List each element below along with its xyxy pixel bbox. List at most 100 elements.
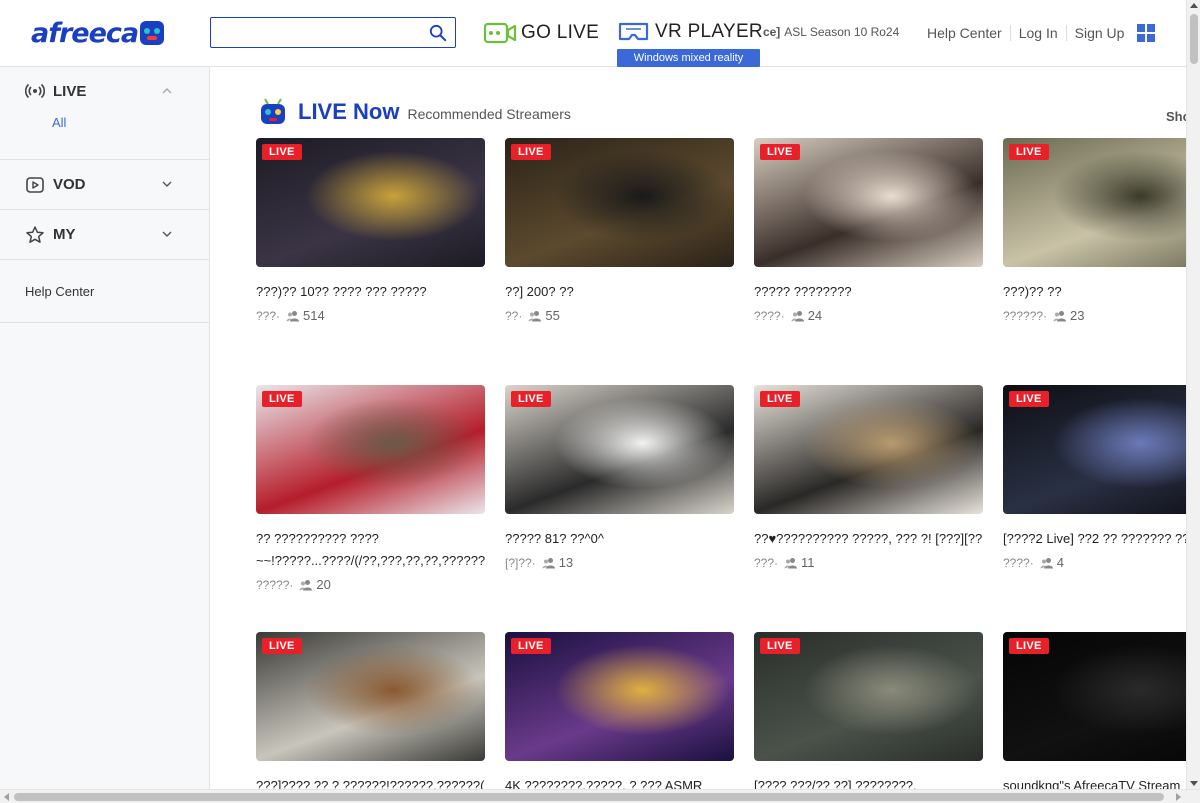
sidebar-live-section: LIVE All bbox=[0, 67, 209, 160]
stream-title[interactable]: ????? 81? ??^0^ bbox=[505, 528, 734, 550]
sidebar-item-vod[interactable]: VOD bbox=[0, 160, 209, 209]
streamer-name[interactable]: ??? bbox=[754, 556, 774, 570]
streamer-name[interactable]: ???? bbox=[1003, 556, 1030, 570]
stream-thumbnail[interactable]: LIVE bbox=[505, 385, 734, 514]
go-live-button[interactable]: GO LIVE bbox=[483, 20, 599, 46]
stream-title[interactable]: ???)?? 10?? ???? ??? ????? bbox=[256, 281, 485, 303]
section-title: LIVE Now bbox=[298, 99, 400, 124]
stream-thumbnail[interactable]: LIVE bbox=[256, 385, 485, 514]
scroll-thumb[interactable] bbox=[1190, 14, 1198, 64]
streamer-name[interactable]: ?????? bbox=[1003, 309, 1043, 323]
stream-thumbnail[interactable]: LIVE bbox=[1003, 632, 1186, 761]
stream-title[interactable]: ???)?? ?? bbox=[1003, 281, 1186, 303]
stream-card[interactable]: LIVE ???)?? ???????? · 23 bbox=[1003, 138, 1186, 323]
stream-card[interactable]: LIVE ?? ?????????? ????~~!?????...????/(/… bbox=[256, 385, 485, 592]
show-more-link[interactable]: Sho bbox=[1166, 109, 1186, 124]
viewers-icon bbox=[784, 557, 798, 568]
stream-card[interactable]: LIVE [???? ???/?? ??] ????????. bbox=[754, 632, 983, 789]
viewers-icon bbox=[528, 310, 542, 321]
streamer-name[interactable]: ????? bbox=[256, 578, 289, 592]
chevron-down-icon[interactable] bbox=[161, 178, 173, 190]
chevron-down-icon[interactable] bbox=[161, 228, 173, 240]
stream-title[interactable]: soundkng"s AfreecaTV Stream bbox=[1003, 775, 1186, 789]
stream-card[interactable]: LIVE ??] 200? ?? ?? · 55 bbox=[505, 138, 734, 323]
streamer-name[interactable]: ??? bbox=[256, 309, 276, 323]
stream-meta: [?]?? · 13 bbox=[505, 555, 734, 570]
streamer-name[interactable]: ???? bbox=[754, 309, 781, 323]
meta-separator: · bbox=[531, 555, 536, 570]
login-link[interactable]: Log In bbox=[1019, 25, 1058, 41]
signup-link[interactable]: Sign Up bbox=[1075, 25, 1125, 41]
stream-card[interactable]: LIVE ????? 81? ??^0^ [?]?? · 13 bbox=[505, 385, 734, 570]
stream-thumbnail[interactable]: LIVE bbox=[1003, 138, 1186, 267]
stream-title[interactable]: ?? ?????????? ????~~!?????...????/(/??,?… bbox=[256, 528, 485, 572]
stream-thumbnail[interactable]: LIVE bbox=[256, 632, 485, 761]
search-input[interactable] bbox=[215, 21, 420, 44]
live-badge: LIVE bbox=[760, 638, 800, 654]
broadcast-icon bbox=[25, 83, 45, 99]
scroll-up-icon[interactable] bbox=[1190, 3, 1198, 8]
scroll-left-icon[interactable] bbox=[4, 793, 9, 801]
meta-separator: · bbox=[276, 308, 281, 323]
headline-ticker[interactable]: ASL Season 10 Ro24 bbox=[784, 25, 899, 39]
stream-card[interactable]: LIVE ???)?? 10?? ???? ??? ???????? · 514 bbox=[256, 138, 485, 323]
viewers-icon bbox=[299, 579, 313, 590]
stream-title[interactable]: ??♥?????????? ?????, ??? ?! [???][?????]… bbox=[754, 528, 983, 550]
stream-card[interactable]: LIVE ????? ???????????? · 24 bbox=[754, 138, 983, 323]
scroll-thumb-horizontal[interactable] bbox=[14, 793, 1164, 801]
stream-title[interactable]: ??] 200? ?? bbox=[505, 281, 734, 303]
sidebar-my-label: MY bbox=[53, 226, 76, 243]
streamer-name[interactable]: [?]?? bbox=[505, 556, 532, 570]
stream-thumbnail[interactable]: LIVE bbox=[1003, 385, 1186, 514]
sidebar-help-center[interactable]: Help Center bbox=[0, 260, 209, 323]
afreeca-mascot-icon bbox=[261, 98, 285, 124]
sidebar-item-all[interactable]: All bbox=[0, 115, 209, 130]
afreecatv-logo[interactable]: afreeca bbox=[31, 18, 165, 49]
stream-card[interactable]: LIVE ???]???? ?? ? ??????!??????.??????(?… bbox=[256, 632, 485, 789]
sidebar-item-live[interactable]: LIVE bbox=[0, 67, 209, 115]
stream-title[interactable]: ???]???? ?? ? ??????!??????.??????(?????… bbox=[256, 775, 485, 789]
live-badge: LIVE bbox=[262, 638, 302, 654]
live-badge: LIVE bbox=[262, 144, 302, 160]
horizontal-scrollbar[interactable] bbox=[0, 789, 1200, 803]
viewer-count: 11 bbox=[801, 555, 815, 570]
stream-thumbnail[interactable]: LIVE bbox=[754, 385, 983, 514]
stream-card[interactable]: LIVE 4K ????????.?????, ? ??? ASMR bbox=[505, 632, 734, 789]
apps-grid-icon[interactable] bbox=[1137, 24, 1155, 42]
stream-card[interactable]: LIVE ??♥?????????? ?????, ??? ?! [???][??… bbox=[754, 385, 983, 570]
viewer-count: 55 bbox=[545, 308, 560, 323]
live-badge: LIVE bbox=[511, 391, 551, 407]
stream-thumbnail[interactable]: LIVE bbox=[505, 138, 734, 267]
sidebar-vod-label: VOD bbox=[53, 176, 86, 193]
viewers-icon bbox=[1053, 310, 1067, 321]
chevron-up-icon[interactable] bbox=[161, 85, 173, 97]
stream-thumbnail[interactable]: LIVE bbox=[256, 138, 485, 267]
search-box[interactable] bbox=[210, 17, 456, 48]
viewer-count: 24 bbox=[807, 308, 823, 323]
stream-title[interactable]: ????? ???????? bbox=[754, 281, 983, 303]
stream-title[interactable]: [???? ???/?? ??] ????????. bbox=[754, 775, 983, 789]
stream-thumbnail[interactable]: LIVE bbox=[505, 632, 734, 761]
vertical-scrollbar[interactable] bbox=[1186, 0, 1200, 789]
sidebar-item-my[interactable]: MY bbox=[0, 210, 209, 259]
streamer-name[interactable]: ?? bbox=[505, 309, 518, 323]
stream-meta: ?? · 55 bbox=[505, 308, 734, 323]
live-badge: LIVE bbox=[511, 638, 551, 654]
stream-card[interactable]: LIVE soundkng"s AfreecaTV Stream bbox=[1003, 632, 1186, 789]
stream-card[interactable]: LIVE [????2 Live] ??2 ?? ??????? ??? ?? ?… bbox=[1003, 385, 1186, 570]
stream-title[interactable]: 4K ????????.?????, ? ??? ASMR bbox=[505, 775, 734, 789]
stream-thumbnail[interactable]: LIVE bbox=[754, 632, 983, 761]
viewers-icon bbox=[791, 310, 804, 321]
live-badge: LIVE bbox=[1009, 391, 1049, 407]
viewer-count: 20 bbox=[316, 577, 331, 592]
stream-thumbnail[interactable]: LIVE bbox=[754, 138, 983, 267]
vr-player-button[interactable]: VR PLAYER ce] ASL Season 10 Ro24 bbox=[617, 20, 899, 44]
top-header: afreeca GO LIVE VR PLAYER ce] ASL Season… bbox=[0, 0, 1186, 67]
search-icon[interactable] bbox=[429, 24, 447, 42]
help-center-link[interactable]: Help Center bbox=[927, 25, 1002, 41]
stream-title[interactable]: [????2 Live] ??2 ?? ??????? ??? ?? ?? bbox=[1003, 528, 1186, 550]
section-subtitle: Recommended Streamers bbox=[407, 106, 571, 122]
scroll-down-icon[interactable] bbox=[1190, 781, 1198, 786]
go-live-label: GO LIVE bbox=[521, 22, 600, 43]
scroll-right-icon[interactable] bbox=[1176, 793, 1181, 801]
